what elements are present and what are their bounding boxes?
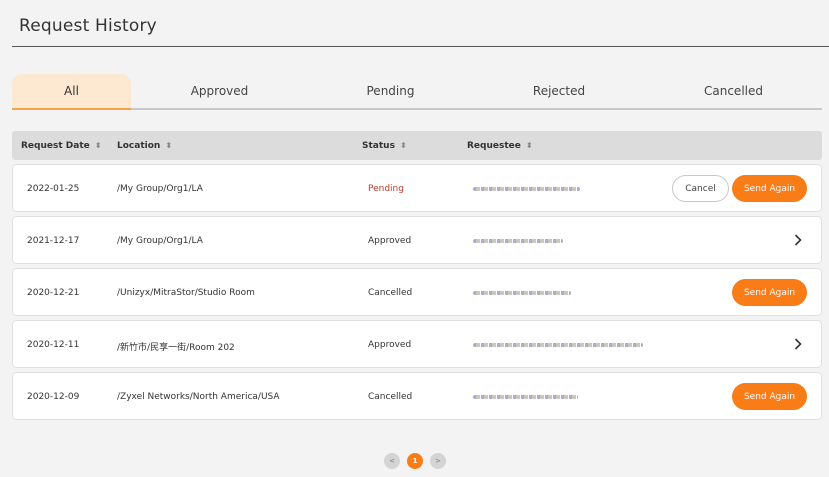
page-header: Request History — [12, 0, 829, 47]
tab-cancelled[interactable]: Cancelled — [645, 74, 822, 108]
prev-page-button[interactable]: < — [384, 453, 400, 469]
location: /Unizyx/MitraStor/Studio Room — [117, 288, 255, 298]
requestee-email-redacted — [473, 187, 580, 191]
column-header-requestee[interactable]: Requestee ⬍ — [467, 141, 533, 151]
column-label: Request Date — [21, 141, 90, 151]
requestee-email-redacted — [473, 395, 578, 399]
table-row: 2022-01-25 /My Group/Org1/LA Pending Can… — [12, 164, 822, 212]
column-header-request-date[interactable]: Request Date ⬍ — [21, 141, 101, 151]
request-date: 2020-12-09 — [27, 392, 80, 402]
sort-icon: ⬍ — [399, 141, 407, 150]
column-label: Requestee — [467, 141, 521, 151]
next-page-button[interactable]: > — [430, 453, 446, 469]
request-date: 2021-12-17 — [27, 236, 80, 246]
tab-all[interactable]: All — [12, 74, 131, 110]
status-text: Approved — [368, 340, 412, 350]
sort-icon: ⬍ — [165, 141, 173, 150]
requestee-email-redacted — [473, 239, 563, 243]
location: /新竹市/民享一街/Room 202 — [117, 343, 235, 353]
filter-tabs: All Approved Pending Rejected Cancelled — [12, 74, 822, 110]
sort-icon: ⬍ — [94, 141, 102, 150]
column-header-location[interactable]: Location ⬍ — [117, 141, 172, 151]
send-again-button[interactable]: Send Again — [732, 383, 807, 410]
table-row: 2021-12-17 /My Group/Org1/LA Approved — [12, 216, 822, 264]
table-row: 2020-12-09 /Zyxel Networks/North America… — [12, 372, 822, 420]
location: /My Group/Org1/LA — [117, 184, 203, 194]
table-row: 2020-12-21 /Unizyx/MitraStor/Studio Room… — [12, 268, 822, 316]
status-text: Pending — [368, 184, 404, 194]
status-text: Approved — [368, 236, 412, 246]
column-header-status[interactable]: Status ⬍ — [362, 141, 407, 151]
cancel-button[interactable]: Cancel — [672, 175, 729, 202]
requestee-email-redacted — [473, 343, 643, 347]
request-date: 2022-01-25 — [27, 184, 80, 194]
sort-icon: ⬍ — [525, 141, 533, 150]
chevron-right-icon[interactable] — [791, 336, 805, 352]
page-number-button[interactable]: 1 — [407, 453, 423, 469]
table-header: Request Date ⬍ Location ⬍ Status ⬍ Reque… — [12, 131, 822, 160]
request-date: 2020-12-11 — [27, 340, 80, 350]
status-text: Cancelled — [368, 288, 413, 298]
location: /My Group/Org1/LA — [117, 236, 203, 246]
tab-pending[interactable]: Pending — [308, 74, 473, 108]
chevron-right-icon[interactable] — [791, 232, 805, 248]
requestee-email-redacted — [473, 291, 571, 295]
request-date: 2020-12-21 — [27, 288, 80, 298]
tab-rejected[interactable]: Rejected — [473, 74, 645, 108]
column-label: Location — [117, 141, 161, 151]
send-again-button[interactable]: Send Again — [732, 175, 807, 202]
page-title: Request History — [19, 16, 157, 36]
tab-approved[interactable]: Approved — [131, 74, 308, 108]
table-row: 2020-12-11 /新竹市/民享一街/Room 202 Approved — [12, 320, 822, 368]
send-again-button[interactable]: Send Again — [732, 279, 807, 306]
status-text: Cancelled — [368, 392, 413, 402]
location: /Zyxel Networks/North America/USA — [117, 392, 280, 402]
column-label: Status — [362, 141, 395, 151]
pagination: < 1 > — [384, 453, 446, 469]
